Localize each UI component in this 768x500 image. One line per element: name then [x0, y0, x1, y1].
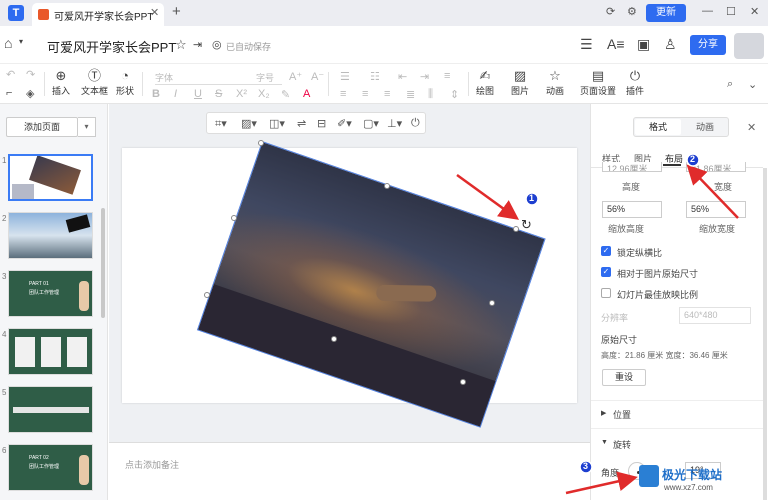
annotation-arrow-2 [686, 164, 739, 219]
watermark-text: 极光下载站 [662, 468, 723, 482]
marker-number-1: 1 [529, 193, 535, 203]
annotation-arrow-1 [456, 173, 520, 220]
marker-number-2: 2 [690, 154, 696, 164]
watermark-logo-icon [639, 465, 659, 487]
watermark-url: www.xz7.com [664, 483, 713, 492]
annotation-overlay [456, 153, 739, 495]
annotation-arrow-3 [565, 471, 638, 495]
marker-number-3: 3 [583, 461, 589, 471]
